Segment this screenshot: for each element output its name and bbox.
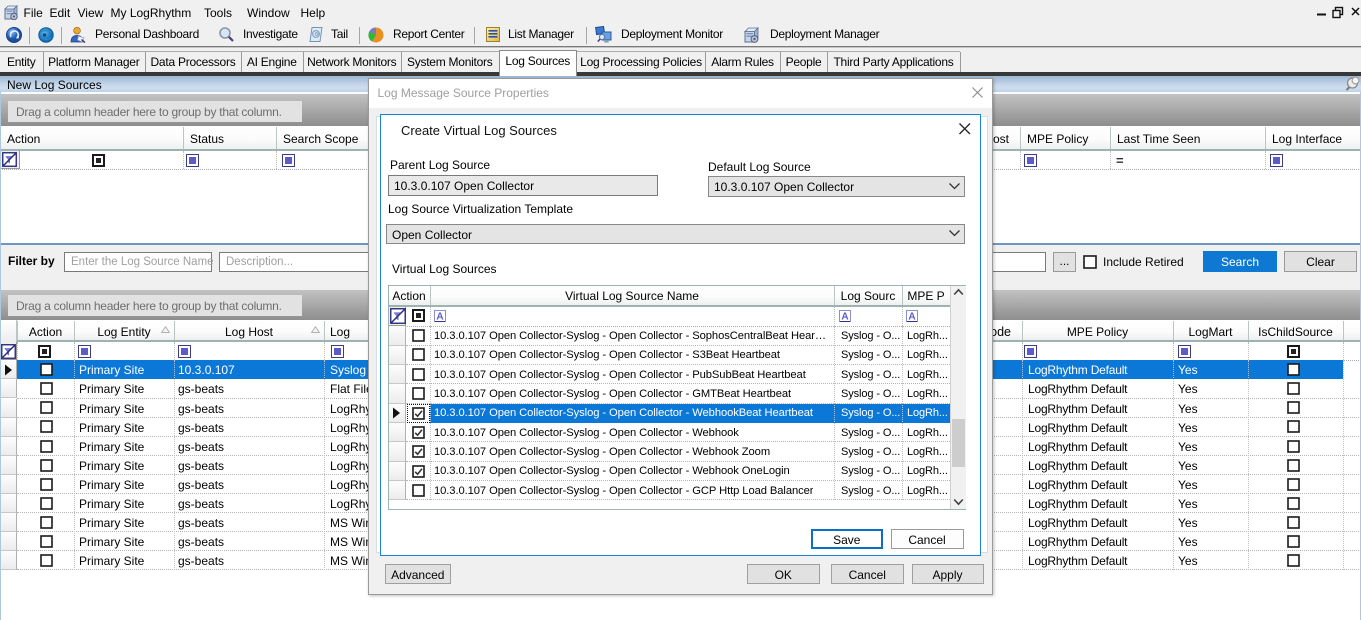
svg-text:A: A [908, 312, 915, 323]
svg-text:A: A [841, 312, 848, 323]
svg-text:A: A [436, 312, 443, 323]
